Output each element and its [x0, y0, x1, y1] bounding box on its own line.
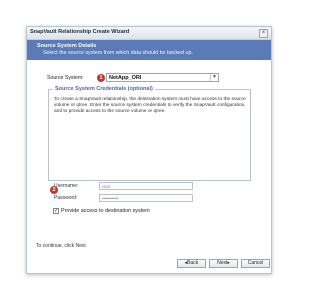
back-button[interactable]: ◂Back	[177, 259, 206, 268]
password-label: Password:	[54, 195, 78, 201]
source-system-dropdown[interactable]: NetApp_ORI ▼	[106, 73, 219, 82]
close-button[interactable]: ×	[259, 29, 268, 38]
cancel-button[interactable]: Cancel	[241, 259, 270, 268]
provide-access-checkbox[interactable]: ✓	[53, 208, 59, 214]
password-field[interactable]	[99, 194, 193, 202]
username-field[interactable]	[99, 182, 193, 190]
header-description: Select the source system from which data…	[43, 50, 193, 56]
window-title: SnapVault Relationship Create Wizard	[30, 29, 130, 35]
step-badge-1: 1	[97, 74, 105, 82]
credentials-group: Source System Credentials (optional) To …	[48, 86, 251, 214]
title-bar: SnapVault Relationship Create Wizard ×	[27, 27, 271, 40]
credentials-description: To create a SnapVault relationship, the …	[54, 97, 246, 114]
step-badge-2: 2	[50, 186, 58, 194]
wizard-header: Source System Details Select the source …	[27, 40, 271, 60]
next-button[interactable]: Next▸	[209, 259, 238, 268]
footer-hint: To continue, click Next	[36, 243, 86, 249]
wizard-dialog: SnapVault Relationship Create Wizard × S…	[26, 26, 272, 274]
source-system-value: NetApp_ORI	[109, 75, 142, 81]
credentials-title: Source System Credentials (optional)	[53, 86, 155, 92]
header-title: Source System Details	[37, 43, 97, 49]
chevron-down-icon[interactable]: ▼	[210, 74, 218, 81]
source-system-label: Source System:	[47, 75, 84, 81]
provide-access-label[interactable]: Provide access to destination system	[61, 208, 150, 214]
